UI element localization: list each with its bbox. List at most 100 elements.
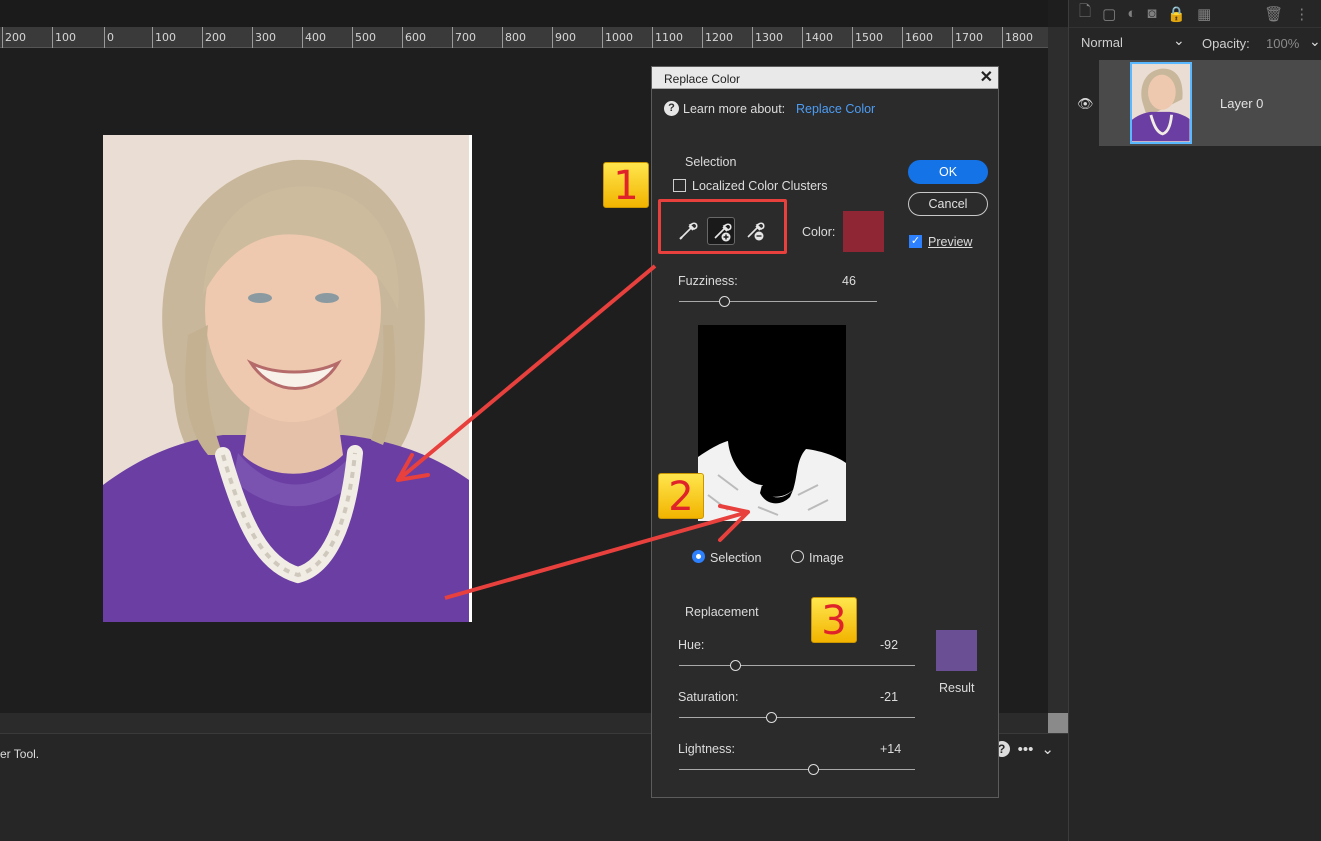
chevron-down-icon[interactable]: ⌄ (1173, 32, 1185, 49)
ruler-tick: 0 (104, 27, 114, 48)
blend-mode-select[interactable]: Normal (1081, 35, 1123, 50)
ruler-tick: 400 (302, 27, 326, 48)
ruler-tick: 800 (502, 27, 526, 48)
preview-checkbox[interactable]: ✓ (909, 235, 922, 248)
ruler-tick: 500 (352, 27, 376, 48)
top-strip (0, 0, 1048, 27)
dialog-title: Replace Color (664, 72, 741, 86)
lightness-value[interactable]: +14 (880, 742, 901, 756)
saturation-value[interactable]: -21 (880, 690, 898, 704)
saturation-label: Saturation: (678, 690, 739, 704)
lock-transparency-icon[interactable]: ▦ (1197, 5, 1211, 23)
learn-more-label: Learn more about: (683, 102, 786, 116)
eye-icon[interactable]: 👁 (1077, 96, 1094, 112)
selection-heading: Selection (685, 155, 737, 169)
ruler-tick: 100 (152, 27, 176, 48)
status-text: er Tool. (0, 747, 40, 761)
saturation-track[interactable] (679, 717, 915, 718)
color-label: Color: (802, 225, 836, 239)
ruler-tick: 200 (202, 27, 226, 48)
fuzziness-track[interactable] (679, 301, 877, 302)
lightness-label: Lightness: (678, 742, 735, 756)
fuzziness-value[interactable]: 46 (842, 274, 856, 288)
callout-badge-3: 3 (811, 597, 857, 644)
result-label: Result (939, 681, 975, 695)
sample-color-swatch[interactable] (843, 211, 884, 252)
portrait-image (103, 135, 472, 622)
ruler-tick: 1700 (952, 27, 983, 48)
saturation-slider-thumb[interactable] (765, 712, 777, 723)
panel-menu-icon[interactable]: ⋮ (1294, 5, 1309, 23)
layer-mask-icon[interactable]: ◙ (1147, 5, 1156, 22)
ruler-tick: 900 (552, 27, 576, 48)
lightness-track[interactable] (679, 769, 915, 770)
lightness-slider-thumb[interactable] (808, 764, 820, 775)
vertical-scrollbar[interactable] (1048, 27, 1068, 733)
portrait-photo[interactable] (103, 135, 472, 622)
ruler-tick: 1000 (602, 27, 633, 48)
localized-clusters-checkbox[interactable] (673, 179, 686, 192)
horizontal-ruler: 200 100 0 100 200 300 400 500 600 700 80… (0, 27, 1048, 48)
more-options-icon[interactable]: ••• (1018, 741, 1034, 758)
photoshop-elements-window: 200 100 0 100 200 300 400 500 600 700 80… (0, 0, 1321, 841)
result-color-swatch[interactable] (936, 630, 977, 671)
lock-icon[interactable]: 🔒 (1167, 5, 1186, 23)
status-icons: ? ••• ⌄ (993, 740, 1054, 758)
layer-thumbnail (1130, 62, 1192, 144)
opacity-input[interactable]: 100% (1266, 36, 1299, 51)
eyedropper-icon[interactable] (673, 217, 701, 245)
ruler-tick: 1800 (1002, 27, 1033, 48)
replace-color-dialog: Replace Color ✕ ? Learn more about: Repl… (651, 66, 999, 798)
replacement-heading: Replacement (685, 605, 759, 619)
hue-label: Hue: (678, 638, 705, 652)
ruler-tick: 200 (2, 27, 26, 48)
ok-button[interactable]: OK (908, 160, 988, 184)
add-to-sample-eyedropper-icon[interactable] (707, 217, 735, 245)
hue-value[interactable]: -92 (880, 638, 898, 652)
dialog-titlebar[interactable]: Replace Color ✕ (652, 67, 998, 89)
ruler-tick: 300 (252, 27, 276, 48)
selection-view-label: Selection (710, 551, 762, 565)
ruler-tick: 1200 (702, 27, 733, 48)
callout-badge-2: 2 (658, 473, 704, 520)
new-layer-icon[interactable]: 🗋 (1079, 1, 1091, 26)
chevron-down-icon[interactable]: ⌄ (1041, 740, 1054, 758)
fuzziness-slider-thumb[interactable] (719, 296, 731, 307)
callout-badge-1: 1 (603, 162, 649, 209)
layers-toolbar: 🗋 ▢ ◐ ◙ 🔒 ▦ 🗑 ⋮ (1069, 0, 1321, 28)
ruler-tick: 600 (402, 27, 426, 48)
layer-thumbnail-image (1132, 64, 1190, 142)
ruler-tick: 1600 (902, 27, 933, 48)
layer-name: Layer 0 (1220, 96, 1264, 111)
eyedropper-group (658, 199, 787, 254)
close-icon[interactable]: ✕ (980, 67, 993, 87)
adjustment-layer-icon[interactable]: ◐ (1127, 5, 1136, 22)
localized-clusters-label: Localized Color Clusters (692, 179, 828, 193)
preview-label: Preview (928, 235, 973, 249)
help-icon: ? (664, 101, 679, 116)
subtract-from-sample-eyedropper-icon[interactable] (741, 217, 769, 245)
trash-icon[interactable]: 🗑 (1264, 5, 1283, 23)
selection-mask-image (698, 325, 846, 521)
layers-panel: 🗋 ▢ ◐ ◙ 🔒 ▦ 🗑 ⋮ Normal ⌄ Opacity: 100% ⌄… (1068, 0, 1321, 841)
cancel-button[interactable]: Cancel (908, 192, 988, 216)
scrollbar-corner[interactable] (1048, 713, 1068, 733)
selection-view-radio[interactable] (692, 550, 705, 563)
ruler-tick: 100 (52, 27, 76, 48)
ruler-tick: 700 (452, 27, 476, 48)
image-view-label: Image (809, 551, 844, 565)
ruler-tick: 1500 (852, 27, 883, 48)
image-view-radio[interactable] (791, 550, 804, 563)
ruler-tick: 1300 (752, 27, 783, 48)
new-group-icon[interactable]: ▢ (1102, 5, 1116, 23)
ruler-tick: 1400 (802, 27, 833, 48)
learn-more-link[interactable]: Replace Color (796, 102, 875, 116)
hue-track[interactable] (679, 665, 915, 666)
layer-row[interactable]: Layer 0 (1099, 60, 1321, 146)
opacity-label: Opacity: (1202, 36, 1250, 51)
hue-slider-thumb[interactable] (730, 660, 742, 671)
selection-mask-preview[interactable] (698, 325, 846, 521)
fuzziness-label: Fuzziness: (678, 274, 738, 288)
chevron-down-icon[interactable]: ⌄ (1309, 33, 1321, 50)
ruler-tick: 1100 (652, 27, 683, 48)
